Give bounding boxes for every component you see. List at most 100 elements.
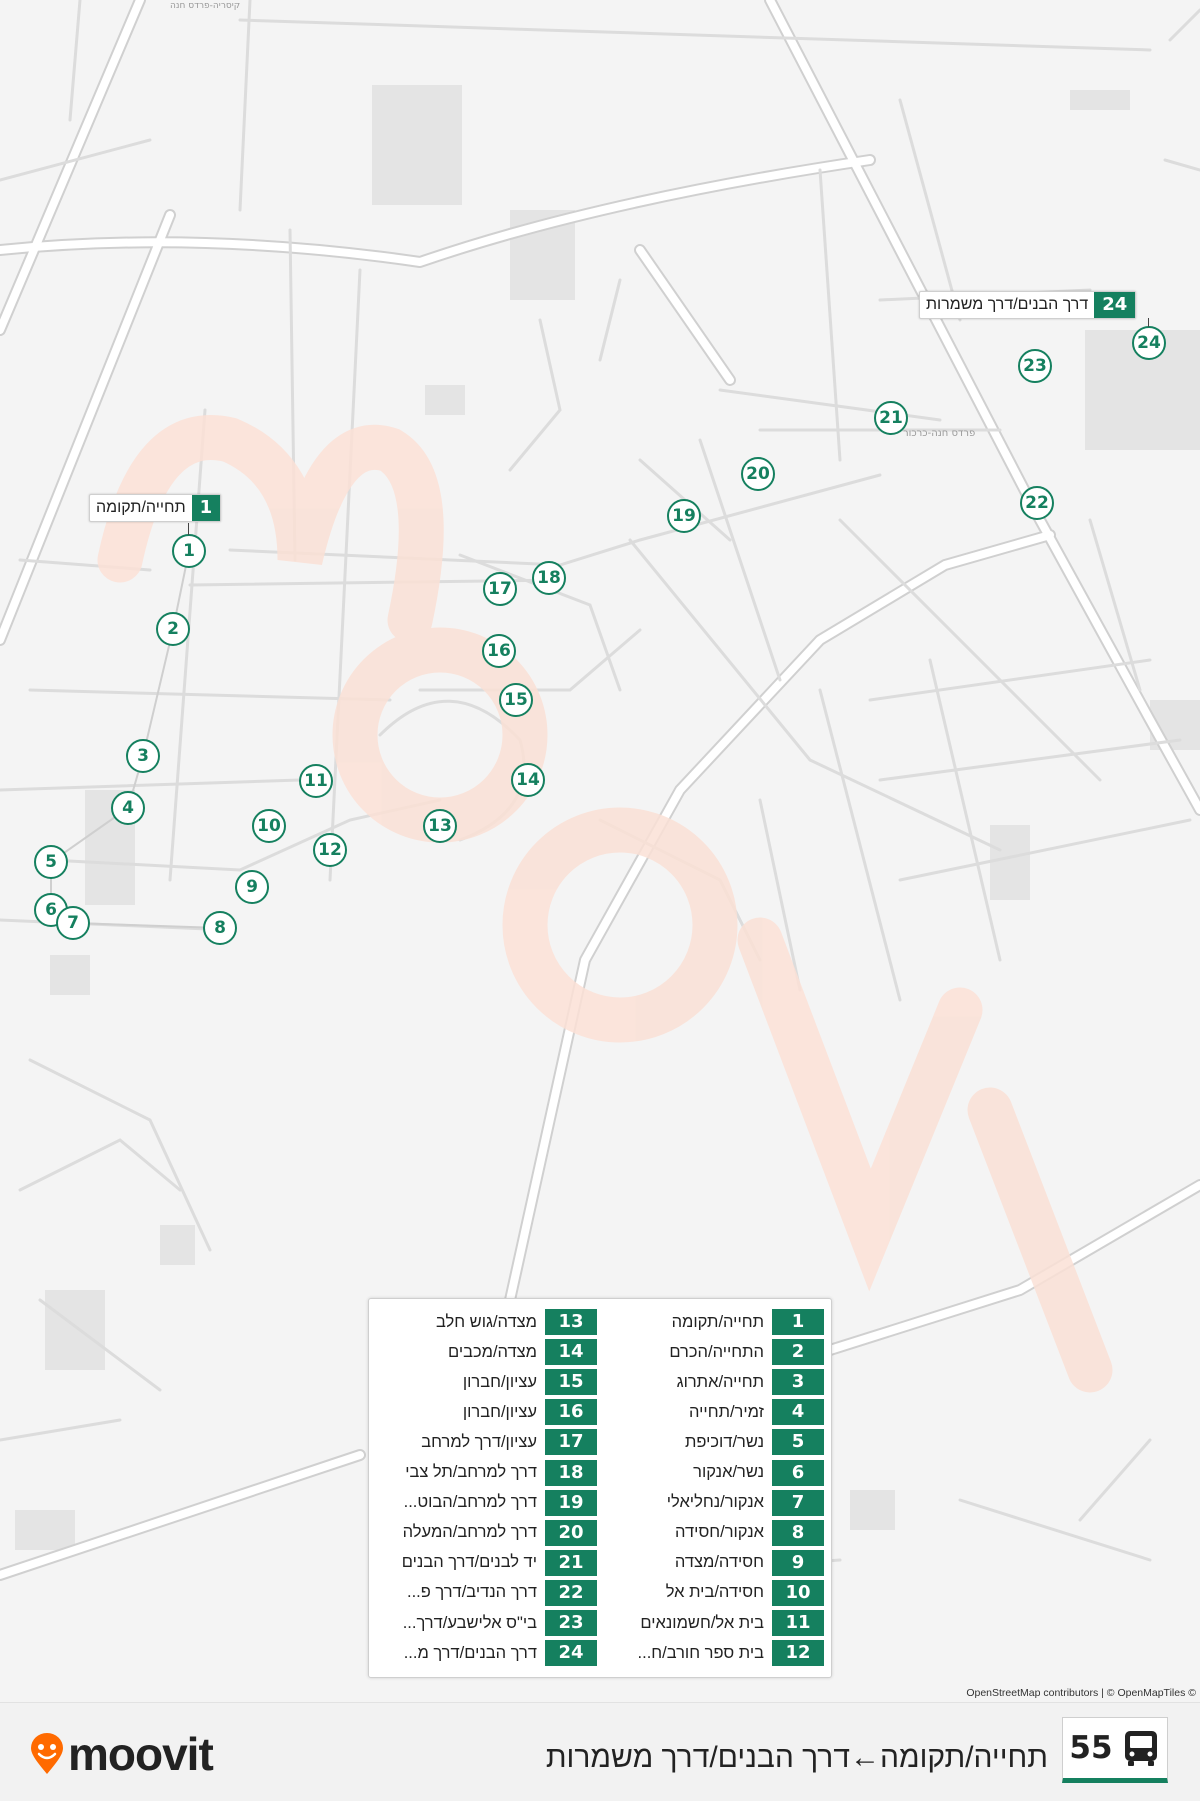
legend-stop-name: אנקור/חסידה: [675, 1523, 764, 1542]
legend-stop-name: נשר/אנקור: [693, 1463, 764, 1481]
origin-callout[interactable]: 1 תחייה/תקומה: [89, 494, 222, 522]
stop-marker[interactable]: 24: [1132, 326, 1166, 360]
bus-icon: [1124, 1731, 1157, 1766]
legend-stop-number: 2: [772, 1339, 824, 1366]
moovit-logo[interactable]: moovit: [30, 1728, 214, 1780]
stop-marker[interactable]: 8: [203, 911, 237, 945]
legend-row[interactable]: 20 דרך למרחב/המעלה: [372, 1519, 597, 1546]
stop-marker[interactable]: 4: [111, 791, 145, 825]
stop-marker[interactable]: 10: [252, 809, 286, 843]
legend-row[interactable]: 10 חסידה/בית אל: [599, 1579, 824, 1606]
legend-row[interactable]: 5 נשר/דוכיפת: [599, 1429, 824, 1456]
street-label: קיסריה-פרדס חנה: [170, 1, 240, 11]
legend-row[interactable]: 24 דרך הבנים/דרך מ...: [372, 1640, 597, 1667]
destination-callout[interactable]: 24 דרך הבנים/דרך משמרות: [919, 291, 1137, 319]
stop-marker[interactable]: 1: [172, 534, 206, 568]
legend-row[interactable]: 8 אנקור/חסידה: [599, 1519, 824, 1546]
stop-marker[interactable]: 12: [313, 833, 347, 867]
legend-stop-number: 6: [772, 1459, 824, 1486]
legend-stop-number: 19: [545, 1489, 597, 1516]
legend-stop-number: 10: [772, 1579, 824, 1606]
legend-stop-name: בית ספר חורב/ח...: [637, 1643, 764, 1662]
footer-bar: moovit תחייה/תקומה←דרך הבנים/דרך משמרות …: [0, 1702, 1200, 1801]
stop-marker[interactable]: 16: [482, 634, 516, 668]
legend-stop-name: דרך הנדיב/דרך פ...: [407, 1583, 537, 1602]
legend-stop-number: 8: [772, 1519, 824, 1546]
route-badge[interactable]: 55: [1062, 1717, 1168, 1783]
legend-stop-name: בית אל/חשמונאים: [640, 1613, 764, 1632]
legend-stop-number: 7: [772, 1489, 824, 1516]
legend-stop-number: 18: [545, 1459, 597, 1486]
legend-row[interactable]: 12 בית ספר חורב/ח...: [599, 1640, 824, 1667]
moovit-wordmark: moovit: [68, 1728, 214, 1780]
legend-stop-number: 12: [772, 1640, 824, 1667]
legend-stop-number: 9: [772, 1549, 824, 1576]
stop-marker[interactable]: 17: [483, 572, 517, 606]
legend-stop-name: דרך למרחב/המעלה: [402, 1523, 537, 1542]
legend-row[interactable]: 7 אנקור/נחליאלי: [599, 1489, 824, 1516]
origin-stop-name: תחייה/תקומה: [96, 499, 186, 516]
callout-stem: [1148, 318, 1149, 327]
legend-row[interactable]: 3 תחייה/אתרוג: [599, 1369, 824, 1396]
legend-stop-name: דרך הבנים/דרך מ...: [403, 1643, 537, 1662]
origin-stop-number: 1: [191, 495, 221, 521]
legend-stop-name: יד לבנים/דרך הבנים: [401, 1553, 537, 1572]
stop-marker[interactable]: 2: [156, 612, 190, 646]
legend-row[interactable]: 21 יד לבנים/דרך הבנים: [372, 1549, 597, 1576]
legend-row[interactable]: 4 זמיר/תחייה: [599, 1399, 824, 1426]
legend-stop-name: מצדה/גוש חלב: [435, 1312, 537, 1331]
legend-row[interactable]: 9 חסידה/מצדה: [599, 1549, 824, 1576]
legend-stop-name: בי"ס אלישבע/דרך...: [402, 1613, 537, 1632]
stop-marker[interactable]: 20: [741, 457, 775, 491]
legend-stop-number: 20: [545, 1519, 597, 1546]
legend-stop-number: 4: [772, 1399, 824, 1426]
stop-marker[interactable]: 15: [499, 683, 533, 717]
stop-marker[interactable]: 23: [1018, 349, 1052, 383]
legend-stop-number: 5: [772, 1429, 824, 1456]
legend-stop-number: 14: [545, 1339, 597, 1366]
destination-stop-name: דרך הבנים/דרך משמרות: [926, 296, 1089, 313]
stop-marker[interactable]: 9: [235, 870, 269, 904]
map-attribution[interactable]: OpenStreetMap contributors | © OpenMapTi…: [966, 1687, 1196, 1699]
legend-stop-number: 22: [545, 1579, 597, 1606]
stop-marker[interactable]: 13: [423, 809, 457, 843]
legend-row[interactable]: 13 מצדה/גוש חלב: [372, 1309, 597, 1335]
stop-marker[interactable]: 11: [299, 764, 333, 798]
legend-stop-number: 13: [545, 1309, 597, 1335]
stop-marker[interactable]: 7: [56, 906, 90, 940]
legend-stop-number: 1: [772, 1309, 824, 1335]
legend-stop-name: עציון/חברון: [462, 1372, 537, 1391]
destination-stop-number: 24: [1094, 292, 1136, 318]
legend-stop-name: דרך למרחב/תל צבי: [405, 1463, 537, 1481]
legend-row[interactable]: 11 בית אל/חשמונאים: [599, 1610, 824, 1636]
legend-stop-number: 16: [545, 1399, 597, 1426]
stop-legend: 1 תחייה/תקומה 2 התחייה/הכרם 3 תחייה/אתרוג 4 זמי…: [368, 1298, 832, 1678]
legend-stop-number: 24: [545, 1640, 597, 1667]
legend-row[interactable]: 22 דרך הנדיב/דרך פ...: [372, 1579, 597, 1606]
legend-row[interactable]: 2 התחייה/הכרם: [599, 1339, 824, 1366]
moovit-pin-icon: [31, 1733, 63, 1774]
stop-marker[interactable]: 5: [34, 845, 68, 879]
legend-row[interactable]: 18 דרך למרחב/תל צבי: [372, 1459, 597, 1486]
stop-marker[interactable]: 22: [1020, 486, 1054, 520]
stop-marker[interactable]: 14: [511, 763, 545, 797]
route-number: 55: [1069, 1730, 1113, 1766]
legend-row[interactable]: 19 דרך למרחב/הבוט...: [372, 1489, 597, 1516]
legend-stop-number: 3: [772, 1369, 824, 1396]
stop-marker[interactable]: 19: [667, 499, 701, 533]
legend-stop-number: 23: [545, 1610, 597, 1636]
legend-row[interactable]: 6 נשר/אנקור: [599, 1459, 824, 1486]
stop-marker[interactable]: 3: [126, 739, 160, 773]
legend-stop-name: התחייה/הכרם: [669, 1342, 764, 1361]
legend-row[interactable]: 1 תחייה/תקומה: [599, 1309, 824, 1335]
legend-row[interactable]: 16 עציון/חברון: [372, 1399, 597, 1426]
stop-marker[interactable]: 21: [874, 401, 908, 435]
legend-stop-number: 17: [545, 1429, 597, 1456]
legend-stop-name: עציון/דרך למרחב: [421, 1432, 537, 1451]
stop-marker[interactable]: 18: [532, 561, 566, 595]
legend-row[interactable]: 14 מצדה/מכבים: [372, 1339, 597, 1366]
legend-row[interactable]: 15 עציון/חברון: [372, 1369, 597, 1396]
route-title: תחייה/תקומה←דרך הבנים/דרך משמרות: [545, 1741, 1048, 1774]
legend-row[interactable]: 17 עציון/דרך למרחב: [372, 1429, 597, 1456]
legend-row[interactable]: 23 בי"ס אלישבע/דרך...: [372, 1610, 597, 1636]
